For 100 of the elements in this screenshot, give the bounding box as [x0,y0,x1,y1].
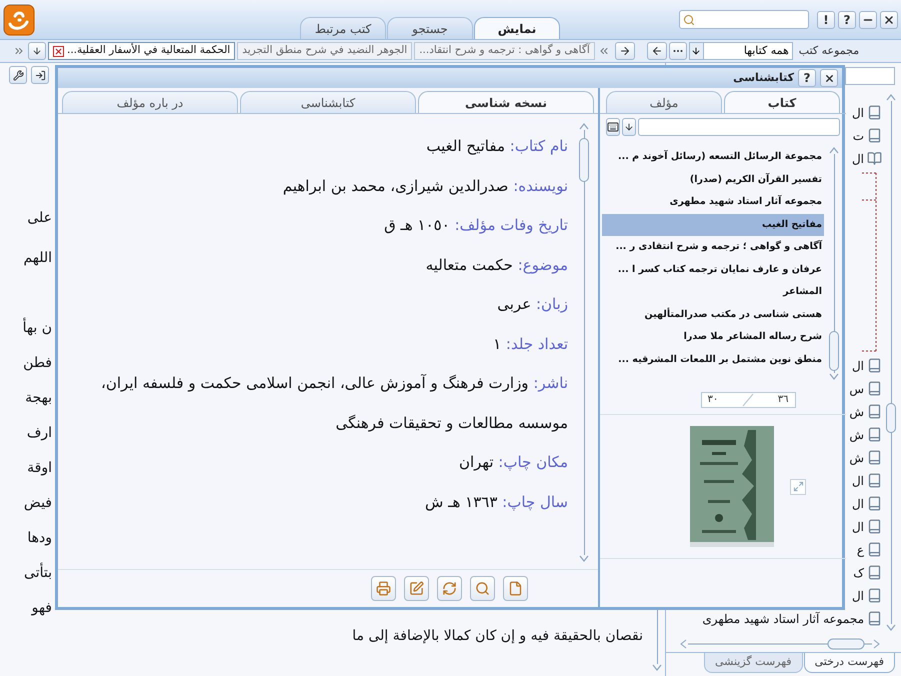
help-button[interactable]: ? [838,10,856,28]
info-button[interactable]: ! [817,10,835,28]
more-button[interactable] [668,42,687,60]
book-list-item[interactable]: شرح رساله المشاعر ملا صدرا [602,326,824,348]
scroll-up-icon[interactable] [829,146,839,154]
keyboard-icon [607,121,619,133]
tree-item[interactable]: ال [852,586,864,604]
book-list-item[interactable]: هستى شناسى در مكتب صدرالمتألهين [602,304,824,326]
settings-button[interactable] [9,66,27,84]
tree-item[interactable]: مجموعه آثار استاد شهید مطهری [702,610,864,628]
search-button[interactable] [470,576,495,601]
search-icon [475,581,490,596]
arrow-right-icon [618,45,631,57]
tree-item[interactable]: ش [849,402,864,420]
logo-icon [3,4,35,36]
panel-tab[interactable]: کتاب [724,91,840,113]
double-chevron-icon [598,45,610,57]
text-line: بهجة [24,389,52,408]
scroll-down-icon[interactable] [579,555,589,563]
main-tab[interactable]: نمایش [474,17,560,39]
document-tab[interactable]: الجوهر النضيد في شرح منطق التجريد [237,42,412,60]
book-icon [867,128,882,143]
text-line: بتأتى [0,563,52,584]
print-button[interactable] [371,576,396,601]
arrow-down-icon [691,46,702,56]
document-tab[interactable]: آگاهی و گواهی : ترجمه و شرح انتقاد... [414,42,595,60]
collection-dropdown[interactable]: همه کتابها [688,42,793,60]
tree-item[interactable]: ش [849,448,864,466]
tree-tab[interactable]: فهرست گزینشی [704,653,803,673]
collection-label: مجموعه کتب [798,42,860,59]
help-button[interactable]: ? [798,69,816,87]
page-icon [508,581,523,596]
pager: ٣٦ ٣٠ [700,392,796,408]
book-icon [867,496,882,511]
field-text: تعداد جلد: ١ [492,334,568,354]
book-list-item[interactable]: آگاهى و گواهى ؛ ترجمه و شرح انتقادى ر ... [602,236,824,258]
forward-button[interactable] [614,42,635,60]
scroll-up-icon[interactable] [579,122,589,130]
book-list-item[interactable]: تفسير القرآن الكريم (صدرا) [602,168,824,191]
field-text: مکان چاپ: تهران [458,452,568,473]
scroll-thumb[interactable] [829,331,839,371]
refresh-button[interactable] [437,576,462,601]
book-list-item[interactable]: مجموعه آثار استاد شهيد مطهرى [602,191,824,214]
main-tab[interactable]: جستجو [387,17,473,39]
close-icon [883,14,895,26]
tree-item[interactable]: ال [852,494,864,512]
field-text: سال چاپ: ١٣٦٣ هـ ش [424,492,568,513]
scroll-up-icon[interactable] [886,93,896,101]
tree-item[interactable]: ت [852,126,864,144]
expand-button[interactable] [790,478,806,494]
tree-item[interactable]: ع [856,540,864,558]
panel-tab[interactable]: مؤلف [606,91,722,113]
scroll-thumb[interactable] [886,403,896,433]
edit-button[interactable] [404,576,429,601]
open-book-icon [867,151,882,166]
close-button[interactable] [880,10,898,28]
tree-item[interactable]: ش [849,426,864,444]
enter-icon [34,70,46,80]
scroll-down-icon[interactable] [829,373,839,381]
tree-item[interactable]: س [849,380,864,398]
book-icon [867,450,882,465]
keyboard-button[interactable] [606,118,620,136]
tree-tab[interactable]: فهرست درختی [804,653,895,673]
book-list-item[interactable]: مجموعة الرسائل التسعه (رسائل آخوند م ... [602,146,824,168]
tree-item[interactable]: ال [852,472,864,490]
text-line: ودها [26,529,52,548]
dialog-title: کتابشناسی [733,70,794,86]
book-list-item[interactable]: منطق نوين مشتمل بر اللمعات المشرقيه ... [602,348,824,371]
book-search-field[interactable] [638,118,840,136]
close-button[interactable] [820,69,838,87]
panel-tab[interactable]: کتابشناسی [240,91,416,113]
enter-button[interactable] [31,66,49,84]
panel-tab[interactable]: در باره مؤلف [62,91,238,113]
scroll-thumb[interactable] [579,138,589,182]
main-tab[interactable]: کتب مرتبط [300,17,386,39]
book-icon [867,427,882,442]
tree-item[interactable]: ال [852,150,864,168]
dropdown-button[interactable] [28,42,46,60]
document-tab[interactable]: الحكمة المتعالية في الأسفار العقلية... [48,42,236,60]
expand-icon [792,481,804,492]
book-list-item[interactable]: المشاعر [602,281,824,304]
wrench-icon [12,70,24,80]
back-button[interactable] [646,42,667,60]
panel-tab[interactable]: نسخه شناسی [418,91,594,113]
field-text: تاریخ وفات مؤلف: ١٠٥٠ هـ ق [383,215,568,236]
scroll-down-icon[interactable] [652,664,662,672]
tree-item[interactable]: ال [852,518,864,536]
search-field[interactable] [679,10,809,29]
minimize-button[interactable] [859,10,877,28]
tree-item[interactable]: ک [853,564,864,582]
page-button[interactable] [503,576,528,601]
tree-item[interactable]: ال [852,356,864,374]
tree-item[interactable]: ال [852,104,864,122]
book-list-item[interactable]: عرفان و عارف نمايان ترجمه كتاب كسر ا ... [602,258,824,281]
book-icon [867,565,882,580]
scrollbar[interactable] [680,638,880,650]
book-list-item[interactable]: مفاتيح الغيب [602,214,824,236]
scroll-down-icon[interactable] [886,624,896,632]
dropdown-button[interactable] [622,118,636,136]
filter-field[interactable] [845,67,895,85]
